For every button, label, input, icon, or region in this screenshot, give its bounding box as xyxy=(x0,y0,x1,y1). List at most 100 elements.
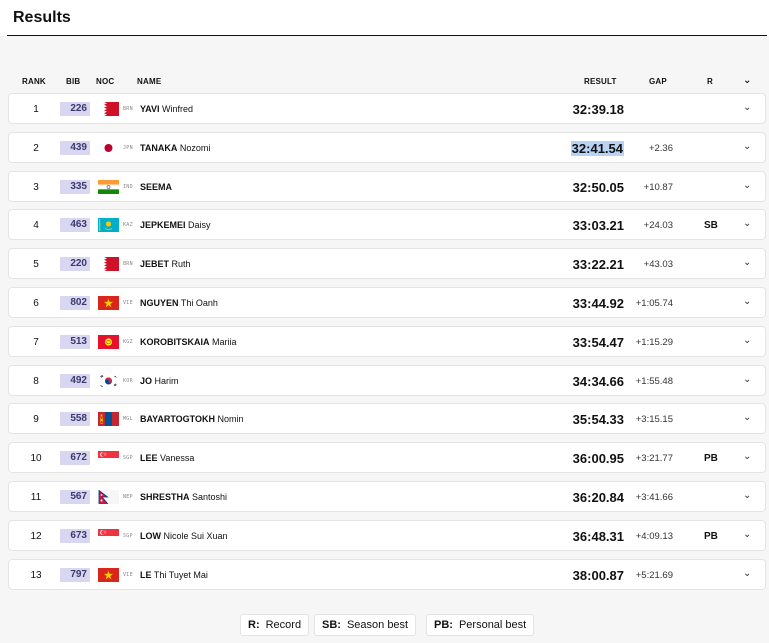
legend-label: Season best xyxy=(346,619,409,631)
expand-row-chevron-icon[interactable]: ⌄ xyxy=(743,296,751,307)
gap-time: +43.03 xyxy=(643,259,673,271)
bib-badge: 558 xyxy=(60,412,90,427)
legend-label: Record xyxy=(265,619,302,631)
result-time: 33:44.92 xyxy=(572,295,624,311)
athlete-last-name: TANAKA xyxy=(140,142,178,153)
record-badge: PB xyxy=(704,453,718,465)
athlete-first-name: Mariia xyxy=(212,336,237,347)
bib-badge: 492 xyxy=(60,373,90,388)
athlete-name[interactable]: BAYARTOGTOKH Nomin xyxy=(140,414,244,424)
header-noc: NOC xyxy=(96,77,115,86)
rank-cell: 10 xyxy=(30,453,42,465)
noc-code: JPN xyxy=(123,144,133,151)
gap-time: +1:55.48 xyxy=(635,375,673,387)
expand-row-chevron-icon[interactable]: ⌄ xyxy=(743,257,751,268)
legend-key: SB: xyxy=(322,619,341,631)
athlete-name[interactable]: LEE Vanessa xyxy=(140,453,194,463)
athlete-first-name: Nomin xyxy=(217,414,244,425)
header-gap: GAP xyxy=(649,77,667,86)
expand-row-chevron-icon[interactable]: ⌄ xyxy=(743,568,751,579)
table-row[interactable]: 5 220 BRN JEBET Ruth 33:22.21 +43.03 ⌄ xyxy=(8,248,766,280)
noc-code: BRN xyxy=(123,261,133,268)
athlete-last-name: LOW xyxy=(140,530,161,541)
noc-code: VIE xyxy=(123,571,133,578)
athlete-name[interactable]: NGUYEN Thi Oanh xyxy=(140,298,218,308)
bib-badge: 513 xyxy=(60,334,90,349)
bahrain-flag-icon xyxy=(98,102,119,116)
expand-row-chevron-icon[interactable]: ⌄ xyxy=(743,529,751,540)
athlete-name[interactable]: KOROBITSKAIA Mariia xyxy=(140,337,237,347)
noc-code: KAZ xyxy=(123,222,133,229)
rank-cell: 6 xyxy=(33,297,39,309)
rank-cell: 8 xyxy=(33,375,39,387)
table-row[interactable]: 1 226 BRN YAVI Winfred 32:39.18 ⌄ xyxy=(8,93,766,124)
bib-badge: 439 xyxy=(60,140,90,155)
athlete-first-name: Harim xyxy=(154,375,179,386)
result-time: 36:48.31 xyxy=(572,528,624,544)
expand-row-chevron-icon[interactable]: ⌄ xyxy=(743,141,751,152)
table-row[interactable]: 10 672 SGP LEE Vanessa 36:00.95 +3:21.77 PB ⌄ xyxy=(8,442,766,474)
vietnam-flag-icon xyxy=(98,567,119,582)
result-time: 33:22.21 xyxy=(572,257,624,273)
gap-time: +1:15.29 xyxy=(635,336,673,348)
athlete-first-name: Thi Oanh xyxy=(180,297,218,308)
athlete-last-name: YAVI xyxy=(140,104,160,114)
athlete-name[interactable]: LE Thi Tuyet Mai xyxy=(140,570,208,580)
header-bib: BIB xyxy=(66,77,81,86)
rank-cell: 3 xyxy=(33,181,39,193)
athlete-name[interactable]: LOW Nicole Sui Xuan xyxy=(140,531,228,541)
athlete-name[interactable]: SEEMA xyxy=(140,182,172,192)
athlete-name[interactable]: SHRESTHA Santoshi xyxy=(140,492,227,502)
expand-row-chevron-icon[interactable]: ⌄ xyxy=(743,102,751,113)
athlete-first-name: Vanessa xyxy=(160,453,195,464)
rank-cell: 4 xyxy=(33,220,39,232)
table-row[interactable]: 13 797 VIE LE Thi Tuyet Mai 38:00.87 +5:21.69… xyxy=(8,558,766,590)
result-time: 32:39.18 xyxy=(572,102,624,117)
table-row[interactable]: 3 335 IND SEEMA 32:50.05 +10.87 ⌄ xyxy=(8,170,766,202)
mongolia-flag-icon xyxy=(98,412,119,427)
noc-code: VIE xyxy=(123,299,133,306)
noc-code: SGP xyxy=(123,532,133,539)
expand-row-chevron-icon[interactable]: ⌄ xyxy=(743,180,751,191)
rank-cell: 2 xyxy=(33,142,39,154)
expand-all-chevron-icon[interactable]: ⌄ xyxy=(743,75,752,86)
expand-row-chevron-icon[interactable]: ⌄ xyxy=(743,218,751,229)
expand-row-chevron-icon[interactable]: ⌄ xyxy=(743,412,751,423)
athlete-name[interactable]: YAVI Winfred xyxy=(140,104,193,114)
table-row[interactable]: 7 513 KGZ KOROBITSKAIA Mariia 33:54.47 +1:15.… xyxy=(8,325,766,357)
noc-code: NEP xyxy=(123,493,133,500)
table-row[interactable]: 6 802 VIE NGUYEN Thi Oanh 33:44.92 +1:05.74 ⌄ xyxy=(8,286,766,318)
athlete-last-name: SEEMA xyxy=(140,181,173,192)
noc-code: IND xyxy=(123,183,133,190)
table-row[interactable]: 8 492 KOR JO Harim 34:34.66 +1:55.48 ⌄ xyxy=(8,364,766,396)
athlete-name[interactable]: JEBET Ruth xyxy=(140,259,191,269)
bib-badge: 673 xyxy=(60,528,90,543)
top-bar: Results xyxy=(0,0,769,36)
bib-badge: 672 xyxy=(60,451,90,466)
bib-badge: 567 xyxy=(60,489,90,504)
table-row[interactable]: 9 558 MGL BAYARTOGTOKH Nomin 35:54.33 +3:15.1… xyxy=(8,403,766,435)
athlete-last-name: JEPKEMEI xyxy=(140,220,186,231)
athlete-name[interactable]: JEPKEMEI Daisy xyxy=(140,220,211,230)
table-row[interactable]: 4 463 KAZ JEPKEMEI Daisy 33:03.21 +24.03 SB ⌄ xyxy=(8,209,766,241)
table-row[interactable]: 2 439 JPN TANAKA Nozomi 32:41.54 +2.36 ⌄ xyxy=(8,131,766,163)
bib-badge: 335 xyxy=(60,179,90,194)
table-row[interactable]: 12 673 SGP LOW Nicole Sui Xuan 36:48.31 +4:09… xyxy=(8,519,766,551)
vietnam-flag-icon xyxy=(98,295,119,310)
noc-code: KGZ xyxy=(123,338,133,345)
rank-cell: 5 xyxy=(33,259,39,271)
athlete-name[interactable]: JO Harim xyxy=(140,376,179,386)
result-time: 32:41.54 xyxy=(570,140,624,156)
athlete-name[interactable]: TANAKA Nozomi xyxy=(140,143,210,153)
expand-row-chevron-icon[interactable]: ⌄ xyxy=(743,490,751,501)
expand-row-chevron-icon[interactable]: ⌄ xyxy=(743,374,751,385)
legend-season-best: SB: Season best xyxy=(314,614,417,636)
athlete-first-name: Nicole Sui Xuan xyxy=(163,530,228,541)
rank-cell: 11 xyxy=(30,491,42,503)
table-row[interactable]: 11 567 NEP SHRESTHA Santoshi 36:20.84 +3:41.6… xyxy=(8,480,766,512)
header-record: R xyxy=(707,77,713,86)
expand-row-chevron-icon[interactable]: ⌄ xyxy=(743,451,751,462)
athlete-last-name: JEBET xyxy=(140,259,170,270)
athlete-last-name: BAYARTOGTOKH xyxy=(140,414,216,425)
expand-row-chevron-icon[interactable]: ⌄ xyxy=(743,335,751,346)
